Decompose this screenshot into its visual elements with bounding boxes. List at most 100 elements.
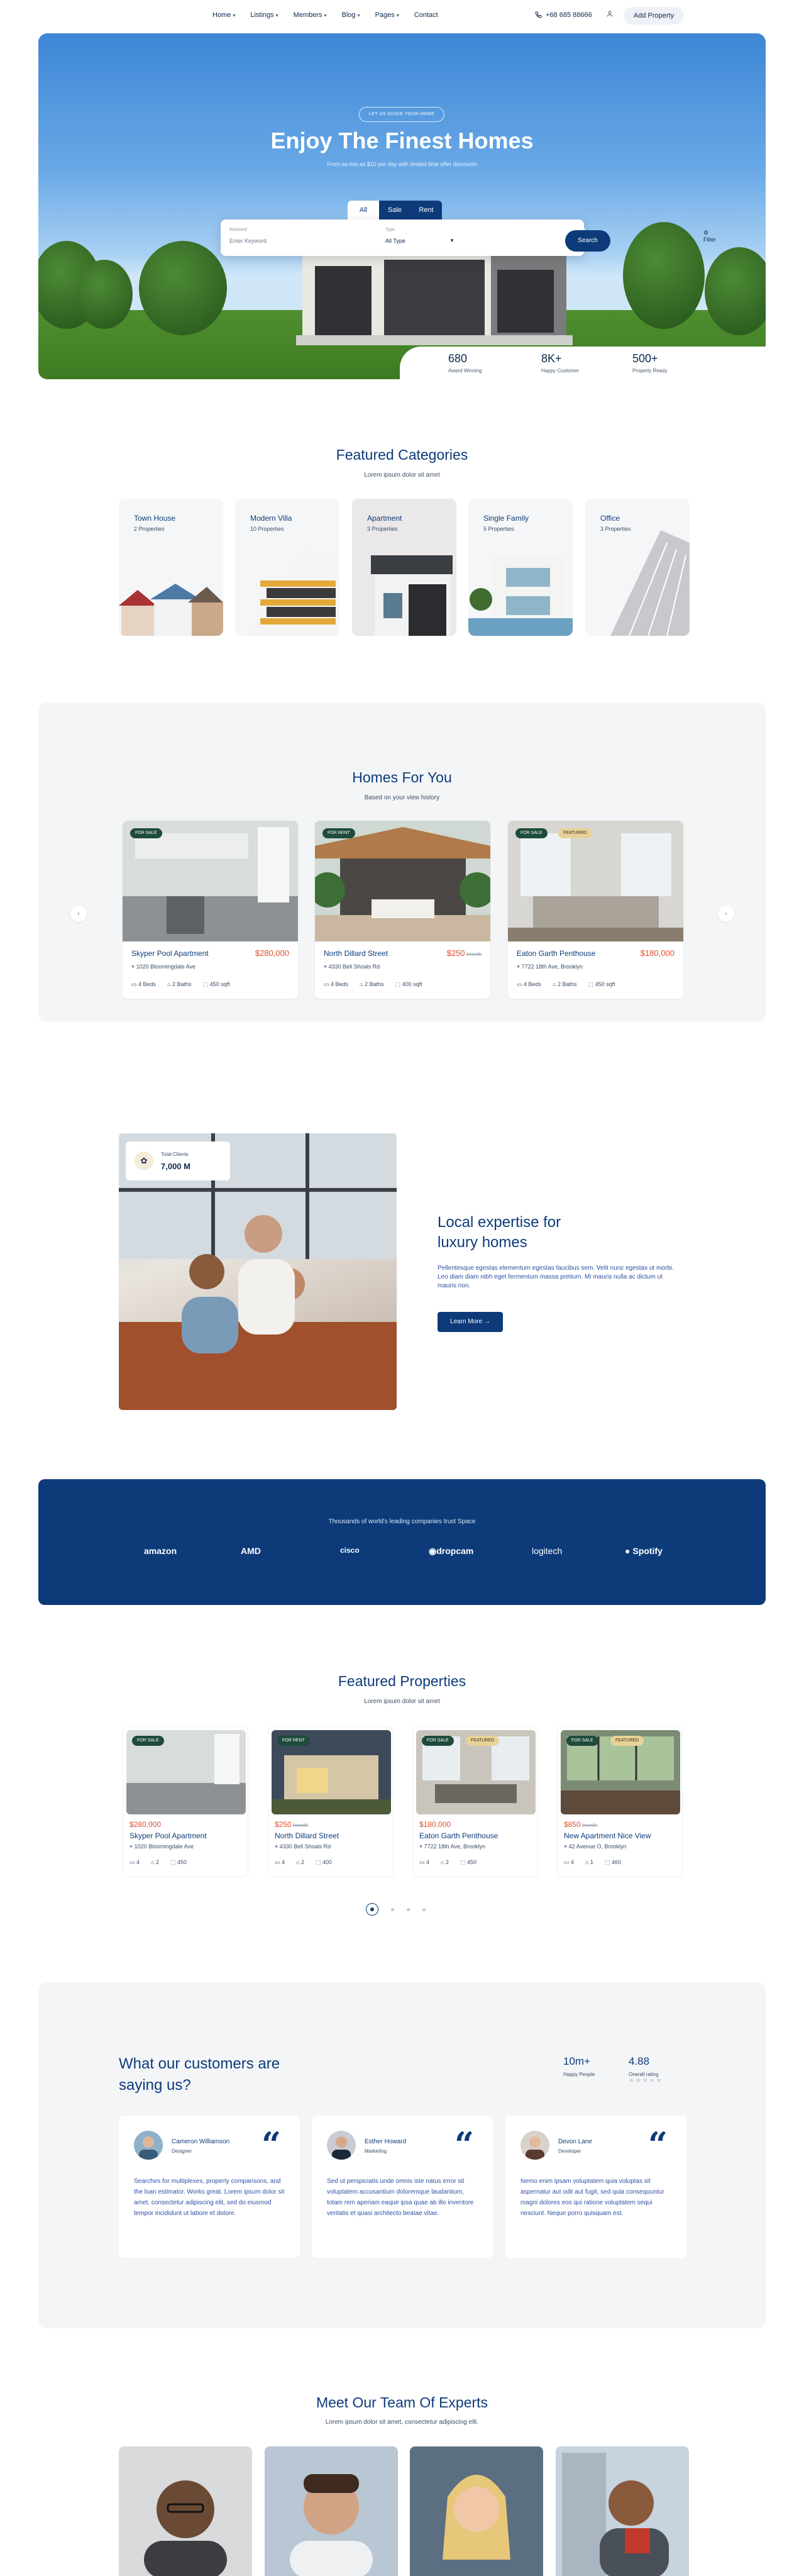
chevron-down-icon: ▾	[357, 13, 360, 18]
filter-button[interactable]: ⚙ Filter	[703, 230, 716, 243]
home-card[interactable]: FOR RENT North Dillard Street $250/month…	[315, 821, 490, 999]
property-name[interactable]: North Dillard Street	[275, 1831, 339, 1840]
pagination-dot[interactable]	[391, 1907, 394, 1911]
featured-card[interactable]: FOR SALE FEATURED $850/month New Apartme…	[557, 1726, 683, 1877]
category-card-town-house[interactable]: Town House 2 Properties	[119, 499, 223, 636]
team-member-photo[interactable]	[265, 2446, 398, 2576]
category-card-single-family[interactable]: Single Family 5 Properties	[468, 499, 573, 636]
status-badge: FOR SALE	[130, 828, 162, 838]
team-member-photo[interactable]	[410, 2446, 543, 2576]
property-meta: ▭ 4 ⌂ 1 ⬚ 460	[564, 1859, 621, 1866]
property-address: ⌖ 4330 Bell Shoals Rd	[324, 963, 380, 970]
learn-more-button[interactable]: Learn More →	[438, 1312, 503, 1332]
keyword-input[interactable]: Enter Keyword	[229, 238, 267, 244]
phone-number: +68 685 88666	[546, 11, 592, 19]
stat-award: 680 Award Winning	[448, 352, 482, 374]
tree	[76, 260, 133, 329]
location-pin-icon: ⌖	[129, 1843, 133, 1850]
search-tabs: All Sale Rent	[348, 201, 442, 219]
team-member-photo[interactable]	[119, 2446, 252, 2576]
nav-item-pages[interactable]: Pages ▾	[375, 11, 399, 19]
filter-icon: ⚙	[703, 230, 709, 236]
bed-icon: ▭	[129, 1859, 135, 1865]
patio-image	[315, 821, 490, 941]
property-name[interactable]: New Apartment Nice View	[564, 1831, 651, 1840]
category-card-apartment[interactable]: Apartment 3 Properties	[352, 499, 456, 636]
bath-icon: ⌂	[553, 981, 556, 987]
bed-icon: ▭	[131, 981, 137, 987]
nav-item-contact[interactable]: Contact	[414, 11, 438, 19]
add-property-button[interactable]: Add Property	[624, 7, 684, 25]
avatar	[327, 2131, 356, 2160]
expertise-text: Pellentesque egestas elementum egestas f…	[438, 1265, 674, 1289]
featured-card[interactable]: FOR RENT $250/month North Dillard Street…	[268, 1726, 394, 1877]
property-name[interactable]: North Dillard Street	[324, 949, 388, 958]
nav-item-listings[interactable]: Listings ▾	[250, 11, 278, 19]
team-member-photo[interactable]	[556, 2446, 689, 2576]
testimonial-card: Cameron Williamson Designer “ Searches f…	[119, 2116, 300, 2258]
pagination-dot[interactable]	[407, 1907, 410, 1911]
search-button[interactable]: Search	[565, 230, 610, 252]
bath-icon: ⌂	[441, 1859, 444, 1865]
featured-subtitle: Lorem ipsum dolor sit amet	[364, 1698, 440, 1705]
property-address: ⌖ 4330 Bell Shoals Rd	[275, 1843, 331, 1850]
carousel-next-button[interactable]: ›	[718, 906, 734, 922]
office-image	[610, 530, 690, 636]
total-clients-card: ✿ Total Clients 7,000 M	[126, 1141, 230, 1180]
bed-icon: ▭	[275, 1859, 280, 1865]
stat-customers: 8K+ Happy Customer	[541, 352, 580, 374]
reviewer-name: Cameron Williamson	[172, 2138, 230, 2145]
property-name[interactable]: Skyper Pool Apartment	[131, 949, 209, 958]
arrow-right-icon: →	[483, 1318, 490, 1325]
property-name[interactable]: Eaton Garth Penthouse	[517, 949, 595, 958]
type-select[interactable]: All Type ▼	[385, 238, 454, 244]
featured-card[interactable]: FOR SALE FEATURED $180,000 Eaton Garth P…	[412, 1726, 538, 1877]
bed-icon: ▭	[419, 1859, 425, 1865]
bath-count: ⌂ 2 Baths	[360, 981, 384, 987]
property-meta: ▭ 4 ⌂ 2 ⬚ 450	[129, 1859, 187, 1866]
bath-count: ⌂ 2	[296, 1859, 305, 1865]
property-address: ⌖ 7722 18th Ave, Brooklyn	[517, 963, 583, 970]
nav-item-home[interactable]: Home ▾	[212, 11, 235, 19]
property-name[interactable]: Skyper Pool Apartment	[129, 1831, 207, 1840]
site-header: Home ▾ Listings ▾ Members ▾ Blog ▾ Pages ▾ Co…	[0, 0, 804, 33]
phone-link[interactable]: +68 685 88666	[534, 11, 592, 19]
featured-card[interactable]: FOR SALE $280,000 Skyper Pool Apartment …	[123, 1726, 248, 1877]
hero-subtitle: From as low as $10 per day with limited …	[327, 161, 477, 167]
carousel-prev-button[interactable]: ‹	[70, 906, 87, 922]
category-card-modern-villa[interactable]: Modern Villa 10 Properties	[235, 499, 339, 636]
keyword-label: Keyword	[229, 228, 247, 232]
quote-icon: “	[647, 2124, 668, 2165]
main-nav: Home ▾ Listings ▾ Members ▾ Blog ▾ Pages ▾ Co…	[212, 11, 438, 19]
bed-count: ▭ 4	[129, 1859, 140, 1865]
phone-icon	[535, 11, 542, 18]
home-card[interactable]: FOR SALE Skyper Pool Apartment $280,000 …	[123, 821, 298, 999]
property-price: $250/month	[446, 948, 482, 958]
area-icon: ⬚	[460, 1859, 466, 1865]
category-card-office[interactable]: Office 3 Properties	[585, 499, 690, 636]
pagination-dot-active[interactable]	[366, 1903, 378, 1916]
nav-item-blog[interactable]: Blog ▾	[342, 11, 360, 19]
property-price: $280,000	[255, 948, 289, 958]
home-card[interactable]: FOR SALE FEATURED Eaton Garth Penthouse …	[508, 821, 683, 999]
cisco-logo: cisco	[340, 1546, 360, 1555]
tab-sale[interactable]: Sale	[379, 201, 410, 219]
single-family-image	[468, 555, 573, 636]
property-price: $180,000	[640, 948, 675, 958]
amazon-logo: amazon	[144, 1546, 177, 1556]
pagination-dot[interactable]	[422, 1907, 426, 1911]
area-count: ⬚ 450 sqft	[202, 981, 230, 987]
area-icon: ⬚	[170, 1859, 176, 1865]
location-pin-icon: ⌖	[131, 963, 135, 970]
tab-all[interactable]: All	[348, 201, 379, 219]
tab-rent[interactable]: Rent	[410, 201, 442, 219]
featured-title: Featured Properties	[338, 1673, 466, 1689]
bed-icon-beds: ▭ 4 Beds	[131, 981, 157, 987]
nav-item-members[interactable]: Members ▾	[294, 11, 327, 19]
bath-count: ⌂ 2	[151, 1859, 160, 1865]
property-name[interactable]: Eaton Garth Penthouse	[419, 1831, 498, 1840]
expertise-title: Local expertise for luxury homes	[438, 1214, 561, 1251]
chevron-down-icon: ▼	[449, 238, 454, 243]
user-icon[interactable]	[605, 10, 615, 20]
location-pin-icon: ⌖	[324, 963, 328, 970]
